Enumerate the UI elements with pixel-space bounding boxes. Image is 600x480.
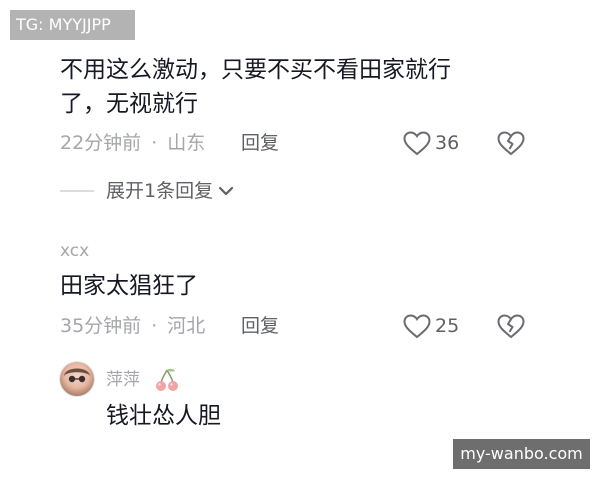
watermark-top-left: TG: MYYJJPP bbox=[10, 10, 135, 40]
comment-2-username[interactable]: xcx bbox=[60, 240, 89, 262]
comment-2-like-count: 25 bbox=[435, 315, 460, 337]
meta-separator: · bbox=[151, 132, 158, 154]
comment-2-text: 田家太猖狂了 bbox=[60, 273, 198, 299]
heart-icon[interactable] bbox=[403, 131, 431, 156]
comment-2-meta: 35分钟前 · 河北 bbox=[60, 313, 205, 339]
meta-separator: · bbox=[151, 315, 158, 337]
expand-replies-label: 展开1条回复 bbox=[106, 180, 214, 202]
broken-heart-icon[interactable] bbox=[497, 131, 525, 156]
reply-text: 钱壮怂人胆 bbox=[106, 403, 221, 429]
avatar[interactable] bbox=[60, 362, 94, 396]
comment-1-text-line2: 了，无视就行 bbox=[60, 91, 198, 117]
comment-1-location: 山东 bbox=[167, 132, 206, 154]
expand-replies-button[interactable]: 展开1条回复 bbox=[60, 178, 234, 204]
broken-heart-icon[interactable] bbox=[497, 314, 525, 339]
comment-1-reply-button[interactable]: 回复 bbox=[241, 130, 279, 156]
reply-username[interactable]: 萍萍 bbox=[106, 369, 140, 391]
comment-2-location: 河北 bbox=[167, 315, 206, 337]
comment-1-like-count: 36 bbox=[435, 132, 460, 154]
comment-1-time: 22分钟前 bbox=[60, 132, 142, 154]
expand-divider bbox=[60, 190, 94, 192]
comment-1-meta: 22分钟前 · 山东 bbox=[60, 130, 205, 156]
heart-icon[interactable] bbox=[403, 314, 431, 339]
comment-2-time: 35分钟前 bbox=[60, 315, 142, 337]
comment-1-text-line1: 不用这么激动，只要不买不看田家就行 bbox=[60, 57, 451, 83]
chevron-down-icon bbox=[218, 185, 234, 197]
watermark-bottom-right: my-wanbo.com bbox=[453, 439, 590, 469]
cherry-icon bbox=[153, 367, 181, 393]
comment-2-reply-button[interactable]: 回复 bbox=[241, 313, 279, 339]
